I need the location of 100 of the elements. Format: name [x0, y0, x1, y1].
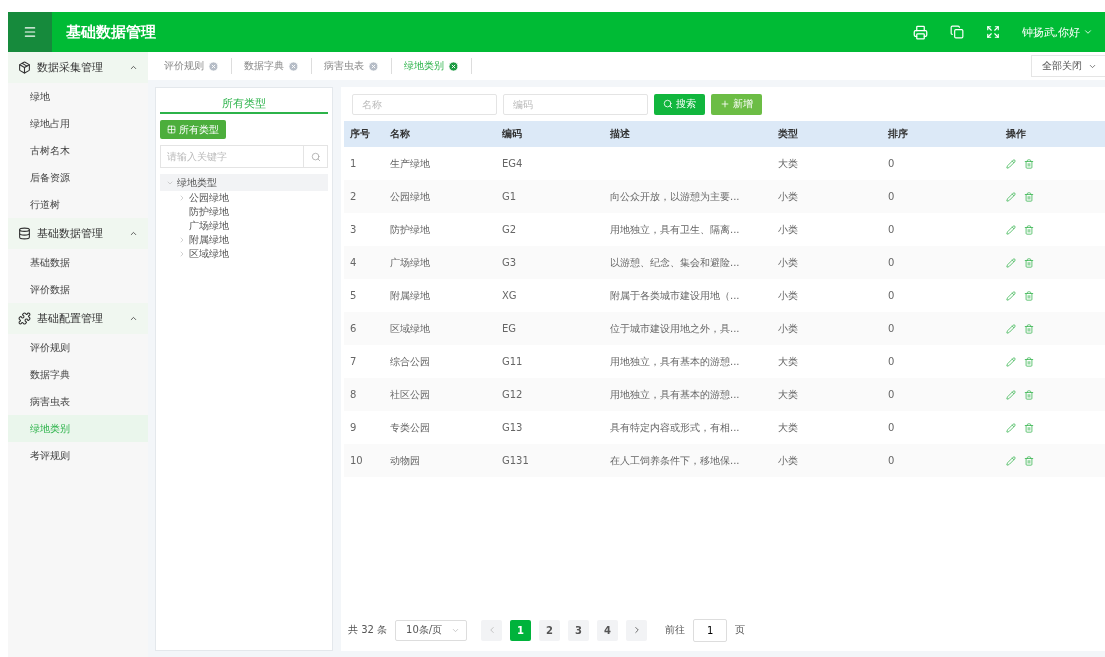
delete-icon[interactable]	[1024, 191, 1034, 202]
table-cell: 小类	[772, 180, 882, 213]
delete-icon[interactable]	[1024, 389, 1034, 400]
table-cell: 用地独立，具有基本的游憩...	[604, 378, 772, 411]
page-button[interactable]: 2	[539, 619, 561, 641]
code-field[interactable]: 编码	[503, 93, 648, 115]
menu-button[interactable]	[8, 12, 52, 52]
table-cell: 小类	[772, 312, 882, 345]
tree-node[interactable]: 防护绿地	[160, 205, 328, 219]
page-size-select[interactable]: 10条/页	[395, 619, 468, 641]
page-button[interactable]: 3	[568, 619, 590, 641]
sidebar-group[interactable]: 基础配置管理	[8, 303, 148, 334]
table-cell: 0	[882, 213, 1000, 246]
edit-icon[interactable]	[1006, 158, 1016, 169]
page-button[interactable]: 4	[597, 619, 619, 641]
plus-icon	[720, 99, 730, 109]
table-cell: 防护绿地	[384, 213, 496, 246]
table-cell: EG4	[496, 147, 604, 180]
edit-icon[interactable]	[1006, 356, 1016, 367]
table-cell: 区域绿地	[384, 312, 496, 345]
table-cell: 大类	[772, 411, 882, 444]
tree-node[interactable]: 公园绿地	[160, 191, 328, 205]
edit-icon[interactable]	[1006, 290, 1016, 301]
copy-icon[interactable]	[949, 25, 964, 39]
table-cell: 用地独立，具有基本的游憩...	[604, 345, 772, 378]
edit-icon[interactable]	[1006, 191, 1016, 202]
table-cell: 10	[344, 444, 384, 477]
close-all-dropdown[interactable]: 全部关闭	[1031, 55, 1105, 77]
table-cell: 8	[344, 378, 384, 411]
table-cell: G12	[496, 378, 604, 411]
caret-icon	[129, 63, 138, 72]
sidebar-group[interactable]: 基础数据管理	[8, 218, 148, 249]
table-cell: 小类	[772, 279, 882, 312]
next-page-button[interactable]	[626, 619, 648, 641]
tree-node[interactable]: 区域绿地	[160, 247, 328, 261]
tree-node[interactable]: 附属绿地	[160, 233, 328, 247]
close-icon	[368, 60, 379, 72]
table-cell: 0	[882, 279, 1000, 312]
table-cell: 用地独立，具有卫生、隔离...	[604, 213, 772, 246]
table-cell: 2	[344, 180, 384, 213]
edit-icon[interactable]	[1006, 257, 1016, 268]
tab[interactable]: 数据字典	[232, 58, 312, 74]
delete-icon[interactable]	[1024, 422, 1034, 433]
table-cell: 位于城市建设用地之外，具...	[604, 312, 772, 345]
delete-icon[interactable]	[1024, 224, 1034, 235]
table-cell: 0	[882, 444, 1000, 477]
tab[interactable]: 评价规则	[152, 58, 232, 74]
keyword-field[interactable]: 请输入关键字	[160, 145, 303, 168]
app-title: 基础数据管理	[66, 22, 157, 42]
table-cell: 0	[882, 246, 1000, 279]
grid-icon	[167, 125, 176, 134]
close-icon	[448, 60, 459, 72]
table-cell: 0	[882, 411, 1000, 444]
table-cell: 4	[344, 246, 384, 279]
table-cell: 生产绿地	[384, 147, 496, 180]
table-cell: G1	[496, 180, 604, 213]
close-icon	[208, 60, 219, 72]
edit-icon[interactable]	[1006, 224, 1016, 235]
delete-icon[interactable]	[1024, 257, 1034, 268]
table-cell: 0	[882, 180, 1000, 213]
column-header: 类型	[772, 121, 882, 147]
tab[interactable]: 病害虫表	[312, 58, 392, 74]
edit-icon[interactable]	[1006, 389, 1016, 400]
search-icon[interactable]	[303, 145, 328, 168]
fullscreen-icon[interactable]	[985, 25, 1000, 39]
table-cell: G13	[496, 411, 604, 444]
name-field[interactable]: 名称	[352, 93, 497, 115]
edit-icon[interactable]	[1006, 323, 1016, 334]
tree-node[interactable]: 绿地类型	[160, 174, 328, 191]
delete-icon[interactable]	[1024, 356, 1034, 367]
table-cell: 在人工饲养条件下，移地保...	[604, 444, 772, 477]
table-cell: G3	[496, 246, 604, 279]
table-cell: 具有特定内容或形式，有相...	[604, 411, 772, 444]
printer-icon[interactable]	[912, 24, 928, 40]
caret-icon	[129, 314, 138, 323]
goto-page-field[interactable]: 1	[693, 618, 728, 642]
column-header: 编码	[496, 121, 604, 147]
tree-node[interactable]: 广场绿地	[160, 219, 328, 233]
table-cell: 0	[882, 147, 1000, 180]
delete-icon[interactable]	[1024, 455, 1034, 466]
prev-page-button[interactable]	[481, 619, 503, 641]
sidebar-group[interactable]: 数据采集管理	[8, 52, 148, 83]
table-cell: 3	[344, 213, 384, 246]
table-cell: 9	[344, 411, 384, 444]
table-cell: 大类	[772, 345, 882, 378]
delete-icon[interactable]	[1024, 323, 1034, 334]
column-header: 序号	[344, 121, 384, 147]
table-cell: G11	[496, 345, 604, 378]
edit-icon[interactable]	[1006, 422, 1016, 433]
table-cell: 向公众开放，以游憩为主要...	[604, 180, 772, 213]
table-cell: 0	[882, 378, 1000, 411]
goto-label: 前往	[665, 623, 686, 637]
box-icon	[18, 61, 31, 74]
delete-icon[interactable]	[1024, 290, 1034, 301]
table-cell: 0	[882, 345, 1000, 378]
edit-icon[interactable]	[1006, 455, 1016, 466]
table-cell: 6	[344, 312, 384, 345]
table-cell: 0	[882, 312, 1000, 345]
delete-icon[interactable]	[1024, 158, 1034, 169]
total-count: 共 32 条	[348, 623, 388, 637]
